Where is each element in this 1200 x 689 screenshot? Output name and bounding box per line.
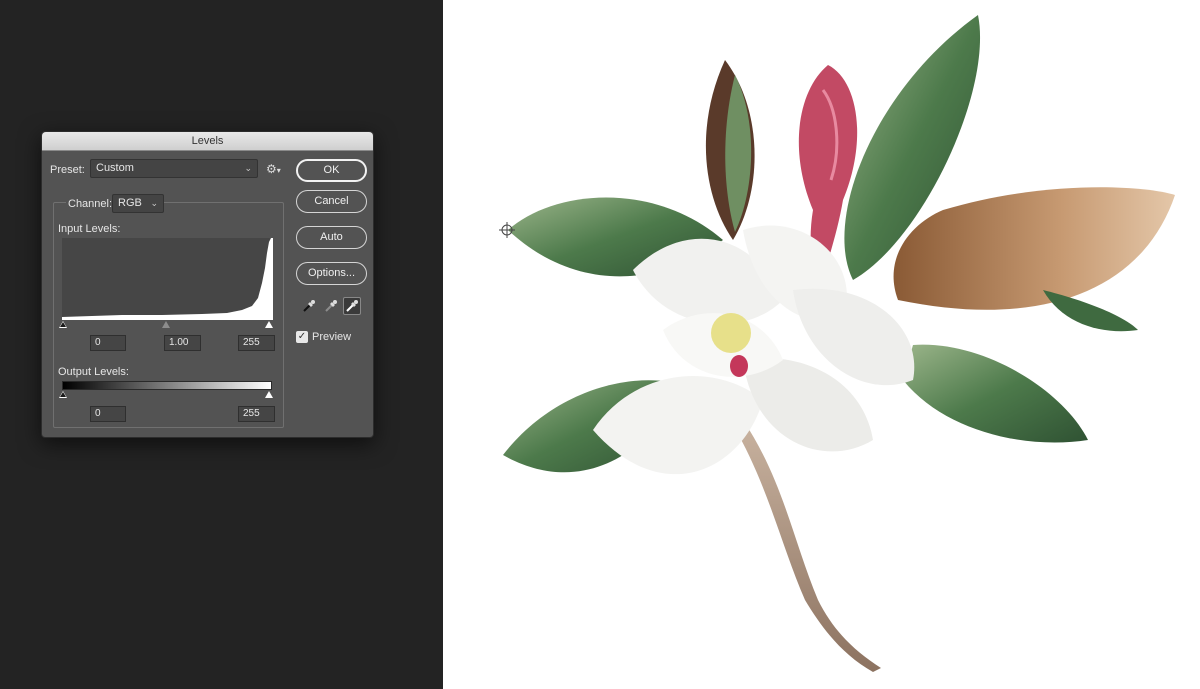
dialog-titlebar[interactable]: Levels: [42, 132, 373, 151]
channel-value: RGB: [118, 197, 142, 209]
magnolia-illustration: [499, 15, 1175, 672]
eyedropper-black-icon[interactable]: [300, 297, 318, 315]
preset-value: Custom: [96, 162, 134, 174]
input-black-slider[interactable]: [60, 322, 66, 327]
preset-label: Preset:: [50, 164, 85, 176]
output-levels-label: Output Levels:: [58, 366, 129, 378]
output-gradient-bar: [62, 381, 272, 390]
histogram: [62, 238, 273, 320]
cancel-button[interactable]: Cancel: [296, 190, 367, 213]
preset-select[interactable]: Custom ⌄: [90, 159, 258, 178]
chevron-down-icon: ⌄: [244, 163, 252, 173]
input-gamma-field[interactable]: 1.00: [164, 335, 201, 351]
eyedropper-white-icon[interactable]: [343, 297, 361, 315]
preview-checkbox[interactable]: ✓: [296, 331, 308, 343]
dialog-title: Levels: [191, 135, 224, 147]
output-white-field[interactable]: 255: [238, 406, 275, 422]
input-gamma-slider[interactable]: [162, 321, 170, 328]
preview-label: Preview: [312, 331, 352, 343]
histogram-graph: [62, 238, 273, 320]
options-button[interactable]: Options...: [296, 262, 367, 285]
channel-select[interactable]: RGB ⌄: [112, 194, 164, 213]
ok-button[interactable]: OK: [296, 159, 367, 182]
input-white-field[interactable]: 255: [238, 335, 275, 351]
eyedropper-gray-icon[interactable]: [322, 297, 340, 315]
output-black-field[interactable]: 0: [90, 406, 126, 422]
chevron-down-icon: ⌄: [150, 198, 158, 208]
input-levels-label: Input Levels:: [58, 223, 121, 235]
output-black-slider[interactable]: [60, 392, 66, 397]
auto-button[interactable]: Auto: [296, 226, 367, 249]
input-white-slider[interactable]: [265, 321, 273, 328]
levels-dialog: Levels Preset: Custom ⌄ ⚙▾ Channel: RGB …: [41, 131, 374, 438]
document-canvas[interactable]: [443, 0, 1200, 689]
gear-icon[interactable]: ⚙▾: [266, 162, 281, 176]
channel-label: Channel:: [66, 198, 115, 210]
output-white-slider[interactable]: [265, 391, 273, 398]
input-black-field[interactable]: 0: [90, 335, 126, 351]
